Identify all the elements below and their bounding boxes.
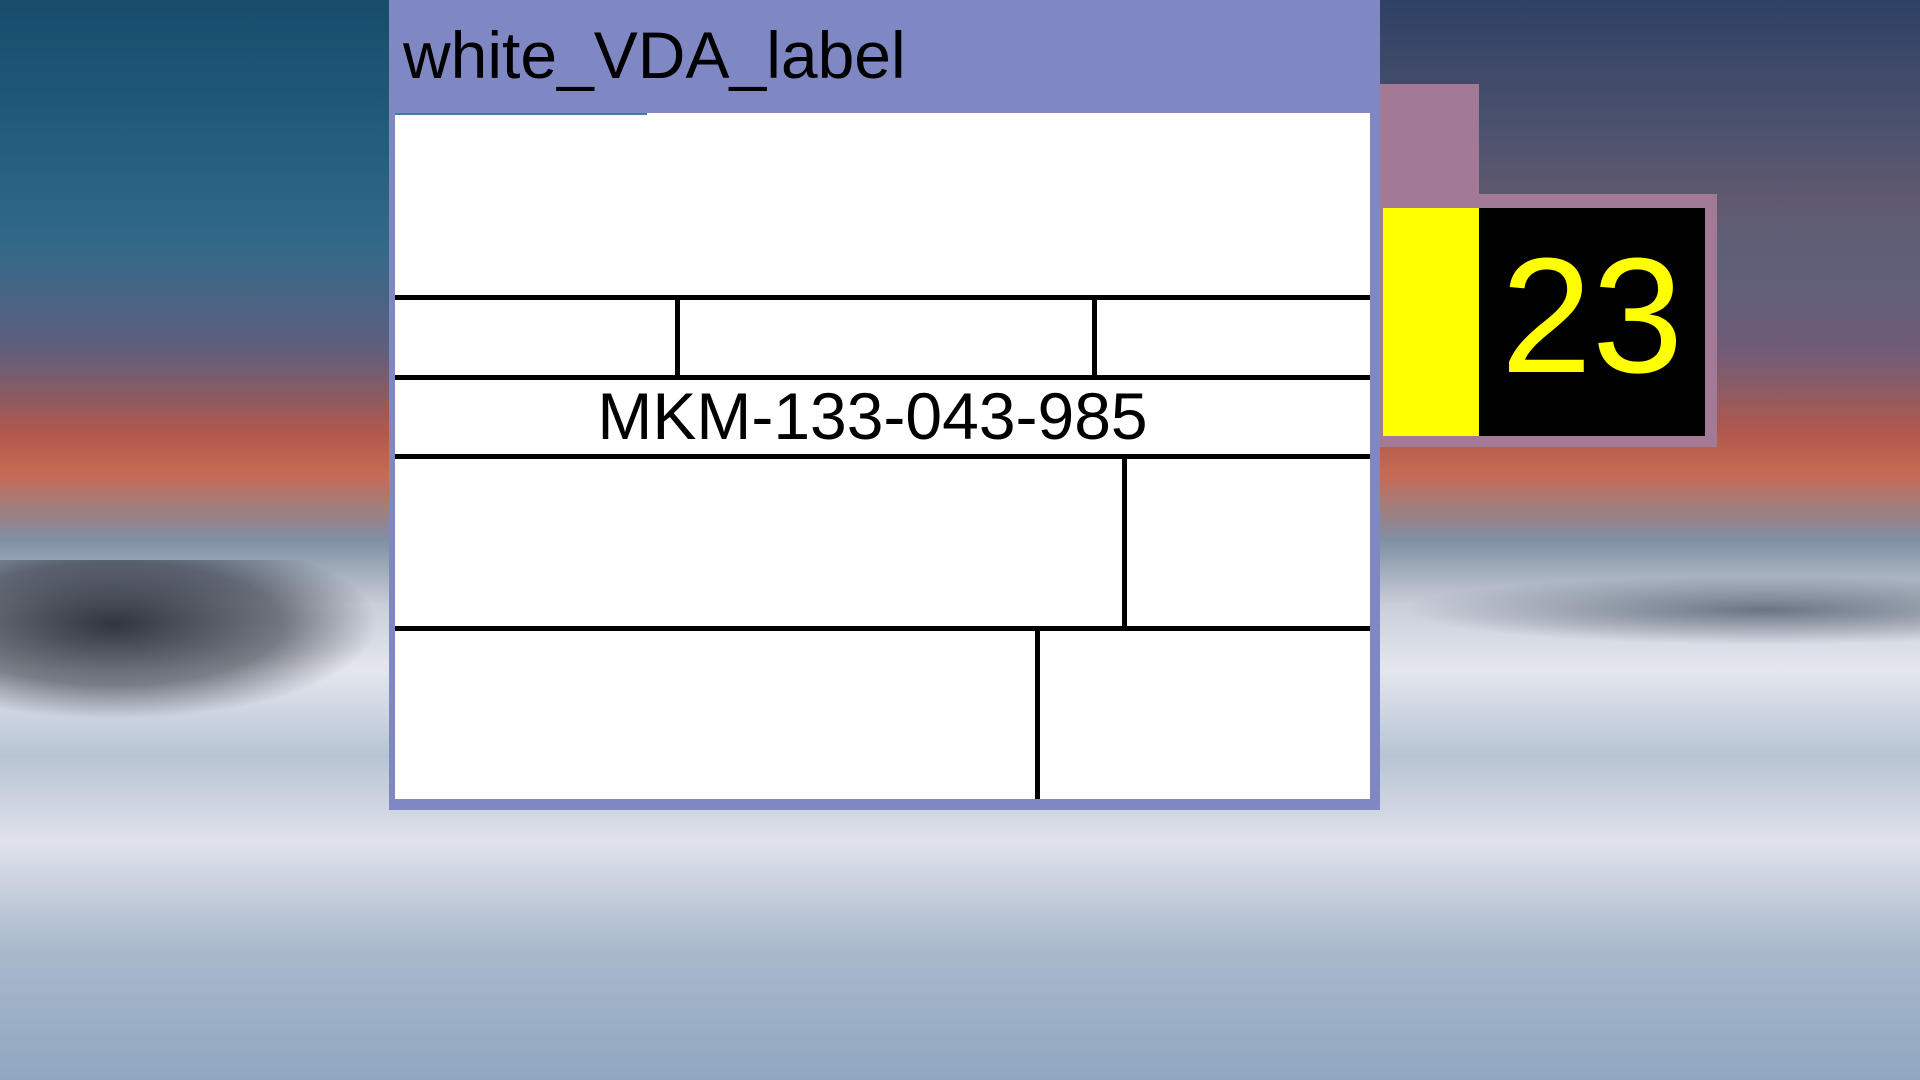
desktop-background: white_VDA_label MKM-133-043-985 23 (0, 0, 1920, 1080)
label-divider-4 (395, 626, 1370, 631)
label-top-accent (395, 113, 647, 115)
vda-label-preview[interactable]: MKM-133-043-985 (395, 113, 1370, 799)
label-window[interactable]: white_VDA_label MKM-133-043-985 (389, 0, 1380, 810)
counter-status-indicator (1383, 208, 1479, 436)
label-cell-divider-r2a (675, 295, 680, 380)
label-divider-1 (395, 295, 1370, 300)
ridge-silhouette (1400, 575, 1920, 645)
label-divider-3 (395, 454, 1370, 459)
label-cell-divider-r5 (1035, 626, 1040, 799)
counter-tab (1380, 84, 1479, 196)
mountain-silhouette (0, 560, 380, 720)
window-title: white_VDA_label (403, 18, 906, 92)
label-cell-divider-r4 (1122, 454, 1127, 631)
label-cell-divider-r2b (1092, 295, 1097, 380)
part-number-text: MKM-133-043-985 (597, 379, 1148, 453)
counter-value: 23 (1500, 224, 1684, 407)
